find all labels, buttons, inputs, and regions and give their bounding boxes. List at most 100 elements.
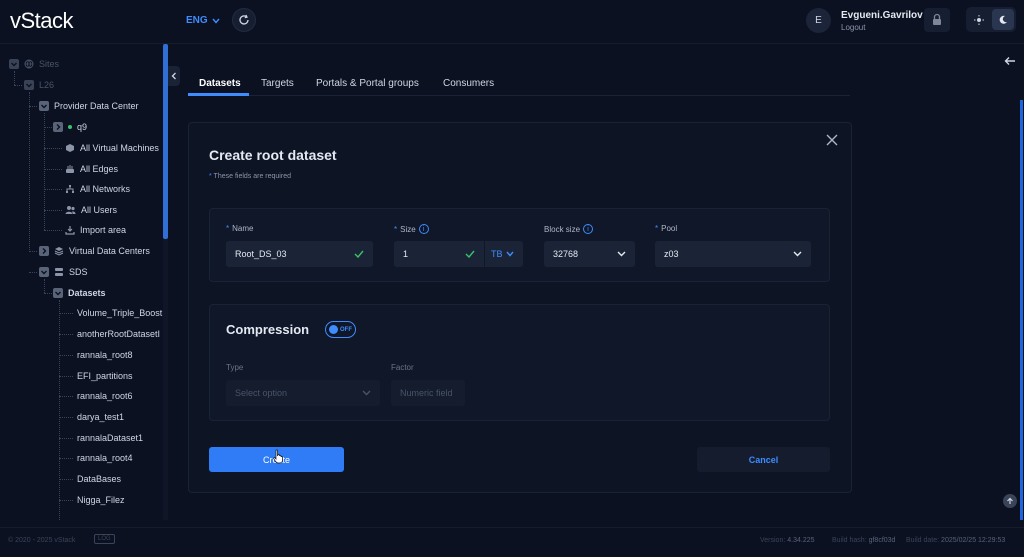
tree-item-dataset[interactable]: rannala_root4 <box>77 450 133 466</box>
name-value: Root_DS_03 <box>235 249 287 259</box>
compression-title: Compression <box>226 322 310 337</box>
language-label: ENG <box>186 15 208 26</box>
check-icon <box>465 250 475 258</box>
chevron-left-icon <box>171 72 176 80</box>
tree-item-label: Nigga_Filez <box>77 495 125 505</box>
pool-value: z03 <box>664 249 679 259</box>
chevron-down-icon <box>617 251 626 257</box>
tree-item-sds[interactable]: SDS <box>39 264 88 280</box>
tree-item-all-virtual-machines[interactable]: All Virtual Machines <box>65 140 159 156</box>
copyright: © 2020 - 2025 vStack <box>8 537 76 544</box>
type-select[interactable]: Select option <box>226 380 380 406</box>
chevron-down-icon <box>505 251 514 257</box>
tree-item-dataset[interactable]: DataBases <box>77 471 121 487</box>
tab-bar: Datasets Targets Portals & Portal groups… <box>188 70 850 96</box>
name-field[interactable]: Root_DS_03 <box>226 241 373 267</box>
build-date-label: Build date: <box>906 537 940 544</box>
pool-select[interactable]: z03 <box>655 241 811 267</box>
tree-item-dataset[interactable]: darya_test1 <box>77 409 124 425</box>
tree-item-label: q9 <box>77 122 88 132</box>
scroll-to-top-button[interactable] <box>1003 494 1017 508</box>
check-icon[interactable] <box>39 267 49 277</box>
tree-item-datasets[interactable]: Datasets <box>53 285 106 301</box>
tree-item-import-area[interactable]: Import area <box>65 222 126 238</box>
close-icon[interactable] <box>825 133 839 147</box>
check-icon[interactable] <box>9 59 19 69</box>
tab-datasets[interactable]: Datasets <box>199 78 241 89</box>
check-icon[interactable] <box>53 288 63 298</box>
version-label: Version: <box>760 537 786 544</box>
tree-item-label: DataBases <box>77 474 122 484</box>
theme-switch[interactable] <box>966 7 1016 32</box>
compression-toggle[interactable]: OFF <box>325 321 356 338</box>
tree-item-all-edges[interactable]: All Edges <box>65 161 118 177</box>
tree-item-dataset[interactable]: anotherRootDatasetI <box>77 326 160 342</box>
build-date-info: Build date: 2025/02/25 12:29:53 <box>906 537 1005 544</box>
sun-icon <box>974 14 984 25</box>
info-icon[interactable]: i <box>418 224 429 234</box>
tree-item-l26[interactable]: L26 <box>24 77 54 93</box>
dark-theme-button[interactable] <box>992 9 1014 30</box>
tree-item-label: All Networks <box>80 184 131 194</box>
logout-link[interactable]: Logout <box>841 23 865 32</box>
license-button[interactable] <box>924 8 950 32</box>
tree-item-dataset[interactable]: rannalaDataset1 <box>77 430 143 446</box>
log-button[interactable]: LOG <box>94 534 115 544</box>
tree-item-all-users[interactable]: All Users <box>65 202 117 218</box>
pool-label-text: Pool <box>661 224 678 233</box>
tree-item-label: rannala_root6 <box>77 391 133 401</box>
tab-targets[interactable]: Targets <box>261 78 294 89</box>
arrow-left-icon[interactable] <box>1002 54 1018 68</box>
tree-item-label: SDS <box>69 267 88 277</box>
tree-item-dataset[interactable]: Volume_Triple_Boost <box>77 305 162 321</box>
size-unit-select[interactable]: TB <box>484 241 523 267</box>
light-theme-button[interactable] <box>968 9 990 30</box>
tree-item-label: Import area <box>80 225 127 235</box>
block-size-select[interactable]: 32768 <box>544 241 635 267</box>
collapse-sidebar-button[interactable] <box>168 66 180 86</box>
info-icon[interactable]: i <box>583 224 594 234</box>
tree-item-label: EFI_partitions <box>77 371 133 381</box>
refresh-button[interactable] <box>232 8 256 32</box>
footer: © 2020 - 2025 vStack LOG Version: 4.34.2… <box>0 527 1024 557</box>
version-value: 4.34.225 <box>787 537 815 544</box>
size-field[interactable]: 1 <box>394 241 484 267</box>
tree-item-label: Provider Data Center <box>54 101 139 111</box>
tree-item-dataset[interactable]: Nigga_Filez <box>77 492 125 508</box>
tree-item-dataset[interactable]: rannala_root6 <box>77 388 133 404</box>
tree-item-label: anotherRootDatasetI <box>77 329 161 339</box>
cancel-button[interactable]: Cancel <box>697 447 830 472</box>
tab-portals[interactable]: Portals & Portal groups <box>316 78 419 89</box>
tree-item-dataset[interactable]: rannala_root8 <box>77 347 133 363</box>
app-logo[interactable]: vStack <box>10 8 74 34</box>
block-size-label: Block size i <box>544 224 594 234</box>
name-label: * Name <box>226 224 254 233</box>
tree-item-label: darya_test1 <box>77 412 125 422</box>
tree-item-label: All Edges <box>80 164 119 174</box>
tree-item-label: All Users <box>81 205 118 215</box>
type-placeholder: Select option <box>235 388 288 398</box>
expand-icon[interactable] <box>39 246 49 256</box>
tree-item-dataset[interactable]: EFI_partitions <box>77 368 133 384</box>
refresh-icon <box>239 14 249 25</box>
expand-icon[interactable] <box>53 122 63 132</box>
check-icon[interactable] <box>39 101 49 111</box>
check-icon[interactable] <box>24 80 34 90</box>
chevron-down-icon <box>212 18 220 24</box>
size-label: * Size i <box>394 224 429 234</box>
tree-item-sites[interactable]: Sites <box>9 56 59 72</box>
tree-item-q9[interactable]: q9 <box>53 119 87 135</box>
avatar[interactable]: E <box>806 8 831 33</box>
tree-item-provider-data-center[interactable]: Provider Data Center <box>39 98 139 114</box>
block-size-value: 32768 <box>553 249 579 259</box>
tree-item-all-networks[interactable]: All Networks <box>65 181 130 197</box>
top-bar: vStack ENG E Evgueni.Gavrilov Logout <box>0 0 1024 44</box>
tree-item-virtual-data-centers[interactable]: Virtual Data Centers <box>39 243 150 259</box>
required-note: * These fields are required <box>209 173 291 180</box>
language-selector[interactable]: ENG <box>186 15 220 26</box>
tab-consumers[interactable]: Consumers <box>443 78 494 89</box>
right-scrollbar[interactable] <box>1020 100 1023 520</box>
factor-input[interactable]: Numeric field <box>391 380 465 406</box>
build-hash-value: gf8cf03d <box>868 537 896 544</box>
check-icon <box>354 250 364 258</box>
